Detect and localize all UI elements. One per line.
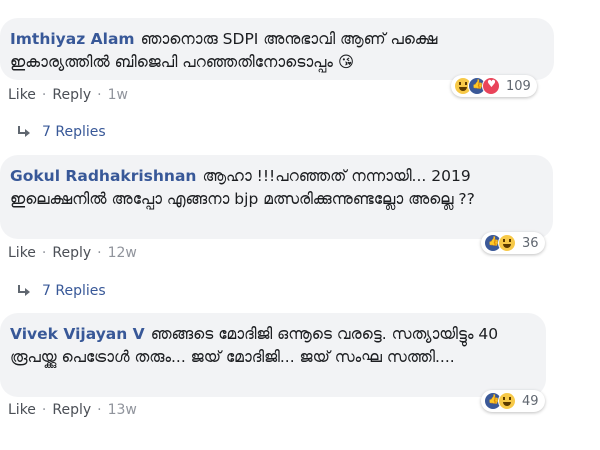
reaction-count: 109 — [506, 78, 531, 94]
reaction-summary[interactable]: 49 — [481, 390, 545, 412]
view-replies-link[interactable]: 7 Replies — [16, 283, 106, 299]
reply-arrow-icon — [16, 285, 30, 297]
reply-arrow-icon — [16, 126, 30, 138]
reaction-count: 49 — [522, 393, 539, 409]
reaction-summary[interactable]: 36 — [481, 232, 545, 254]
reaction-count: 36 — [522, 235, 539, 251]
like-link[interactable]: Like — [8, 87, 36, 103]
separator-dot: · — [97, 402, 102, 418]
love-reaction-icon — [482, 77, 500, 95]
comment-actions: Like · Reply · 1w — [8, 87, 128, 103]
separator-dot: · — [97, 245, 102, 261]
like-link[interactable]: Like — [8, 402, 36, 418]
separator-dot: · — [41, 402, 47, 418]
reaction-summary[interactable]: 109 — [451, 75, 537, 97]
comment-bubble: Vivek Vijayan V ഞങ്ങടെ മോദിജി ഒന്നൂടെ വരട… — [0, 313, 546, 397]
replies-count-label: 7 Replies — [42, 124, 106, 140]
comment-timestamp[interactable]: 1w — [108, 87, 128, 103]
separator-dot: · — [41, 245, 47, 261]
haha-reaction-icon — [498, 234, 516, 252]
separator-dot: · — [97, 87, 102, 103]
comment-bubble: Imthiyaz Alam ഞാനൊരു SDPI അനുഭാവി ആണ് പക്… — [0, 18, 554, 80]
comment-timestamp[interactable]: 12w — [108, 245, 137, 261]
reply-link[interactable]: Reply — [52, 402, 91, 418]
view-replies-link[interactable]: 7 Replies — [16, 124, 106, 140]
comment-actions: Like · Reply · 12w — [8, 245, 137, 261]
comment-actions: Like · Reply · 13w — [8, 402, 137, 418]
comment-author[interactable]: Vivek Vijayan V — [10, 325, 145, 343]
reply-link[interactable]: Reply — [52, 87, 91, 103]
comment-bubble: Gokul Radhakrishnan ആഹാ !!!പറഞ്ഞത് നന്നായ… — [0, 155, 553, 239]
haha-reaction-icon — [498, 392, 516, 410]
replies-count-label: 7 Replies — [42, 283, 106, 299]
comment-author[interactable]: Gokul Radhakrishnan — [10, 167, 196, 185]
comment-timestamp[interactable]: 13w — [108, 402, 137, 418]
comment-author[interactable]: Imthiyaz Alam — [10, 30, 135, 48]
like-link[interactable]: Like — [8, 245, 36, 261]
reply-link[interactable]: Reply — [52, 245, 91, 261]
separator-dot: · — [41, 87, 47, 103]
